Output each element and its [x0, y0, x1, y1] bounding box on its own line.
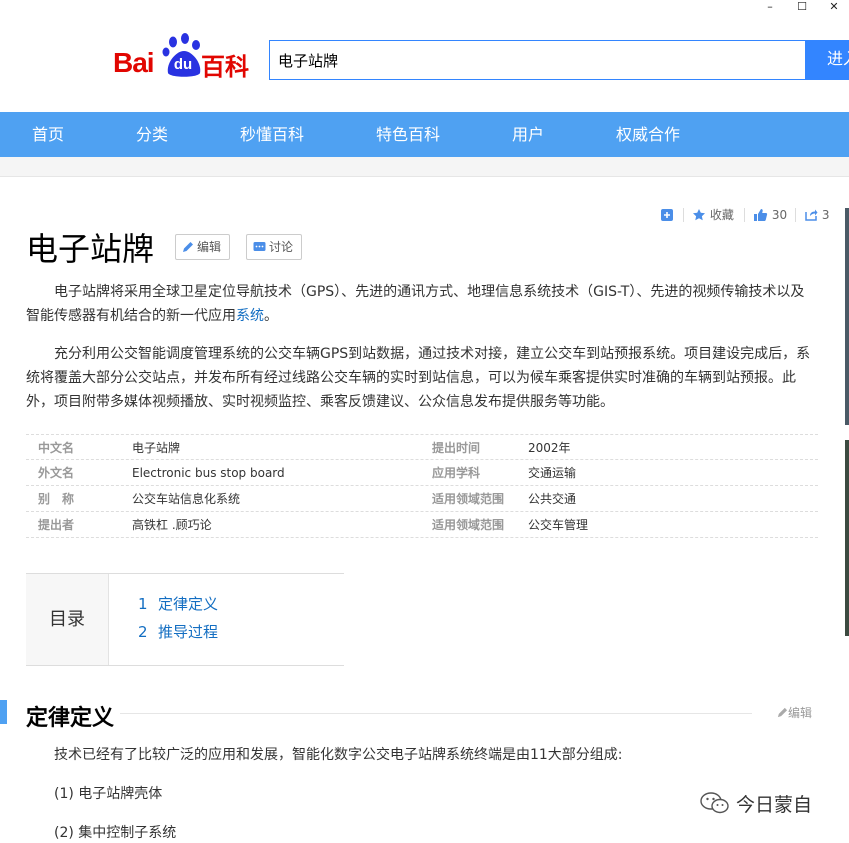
link-system[interactable]: 系统 [236, 308, 264, 324]
pencil-icon [777, 707, 788, 718]
search-input[interactable] [270, 41, 805, 79]
maximize-button[interactable]: ☐ [787, 0, 817, 16]
table-of-contents: 目录 1 定律定义 2 推导过程 [26, 573, 344, 666]
info-value: 公共交通 [528, 492, 577, 506]
info-value: 2002年 [528, 441, 571, 455]
info-key: 中文名 [38, 441, 75, 455]
toc-number: 2 [138, 623, 148, 641]
divider [683, 208, 684, 222]
info-key: 适用领域范围 [432, 518, 505, 532]
toc-item-derivation[interactable]: 2 推导过程 [138, 621, 218, 642]
plus-square-icon [661, 209, 673, 221]
summary-paragraph-2: 充分利用公交智能调度管理系统的公交车辆GPS到站数据，通过技术对接，建立公交车到… [26, 346, 811, 410]
nav-item-categories[interactable]: 分类 [136, 112, 168, 157]
side-image [845, 440, 849, 636]
share-count: 3 [821, 208, 830, 222]
divider [744, 208, 745, 222]
enter-button[interactable]: 进入 [805, 40, 849, 80]
basic-info-table: 中文名 电子站牌 提出时间 2002年 外文名 Electronic bus s… [26, 434, 818, 538]
section-marker [0, 700, 7, 724]
toc-label: 目录 [26, 574, 109, 665]
info-key: 别 称 [38, 492, 75, 506]
minimize-button[interactable]: – [755, 0, 785, 16]
nav-item-featured[interactable]: 特色百科 [376, 112, 440, 157]
section-title: 定律定义 [26, 706, 115, 731]
logo-baike-text: 百科 [201, 53, 249, 81]
toc-number: 1 [138, 595, 148, 613]
edit-entry-button[interactable]: 编辑 [175, 234, 231, 260]
divider [795, 208, 796, 222]
watermark: 今日蒙自 [700, 790, 812, 817]
info-value: Electronic bus stop board [132, 466, 285, 480]
watermark-text: 今日蒙自 [736, 794, 813, 816]
page-title: 电子站牌 [26, 230, 155, 268]
thumbs-up-icon [754, 209, 768, 221]
info-value: 交通运输 [528, 466, 577, 480]
info-value: 电子站牌 [132, 441, 181, 455]
paragraph-text: 。 [264, 308, 278, 324]
search-box [269, 40, 805, 80]
info-key: 应用学科 [432, 466, 481, 480]
info-key: 提出时间 [432, 441, 481, 455]
close-button[interactable]: ✕ [819, 0, 849, 16]
side-image [845, 208, 849, 425]
main-nav: 首页 分类 秒懂百科 特色百科 用户 权威合作 [0, 112, 849, 157]
share-icon [805, 209, 818, 221]
toc-text: 推导过程 [158, 623, 219, 641]
section-divider [120, 713, 752, 714]
add-button[interactable] [660, 205, 674, 225]
info-row: 别 称 公交车站信息化系统 适用领域范围 公共交通 [26, 486, 818, 512]
nav-item-users[interactable]: 用户 [512, 112, 544, 157]
like-button[interactable]: 30 [753, 205, 787, 225]
pencil-icon [183, 242, 193, 252]
logo-bai-text: Bai [113, 47, 155, 78]
discuss-button[interactable]: 讨论 [246, 234, 303, 260]
nav-item-authority[interactable]: 权威合作 [616, 112, 680, 157]
info-row: 中文名 电子站牌 提出时间 2002年 [26, 434, 818, 460]
info-key: 外文名 [38, 466, 75, 480]
info-value: 公交车管理 [528, 518, 589, 532]
share-button[interactable]: 3 [804, 205, 829, 225]
wechat-icon [700, 792, 729, 814]
summary-paragraph-1: 电子站牌将采用全球卫星定位导航技术（GPS）、先进的通讯方式、地理信息系统技术（… [26, 280, 818, 328]
info-row: 外文名 Electronic bus stop board 应用学科 交通运输 [26, 460, 818, 486]
paragraph-text: 电子站牌将采用全球卫星定位导航技术（GPS）、先进的通讯方式、地理信息系统技术（… [26, 284, 805, 324]
baidu-baike-logo[interactable]: Bai du 百科 [113, 33, 253, 81]
list-item: (2) 集中控制子系统 [54, 825, 177, 841]
toc-text: 定律定义 [158, 595, 219, 613]
info-row: 提出者 高铁杠 .顾巧论 适用领域范围 公交车管理 [26, 512, 818, 538]
logo-du-text: du [173, 56, 193, 73]
like-count: 30 [771, 208, 788, 222]
info-key: 适用领域范围 [432, 492, 505, 506]
page: – ☐ ✕ Bai du 百科 进入 首页 分类 秒懂百科 特色百科 用户 权威… [0, 0, 849, 843]
sub-nav-bar [0, 157, 849, 177]
info-value: 公交车站信息化系统 [132, 492, 241, 506]
info-key: 提出者 [38, 518, 75, 532]
discuss-label: 讨论 [269, 240, 294, 254]
info-value: 高铁杠 .顾巧论 [132, 518, 212, 532]
favorite-button[interactable]: 收藏 [692, 205, 734, 225]
star-icon [693, 209, 705, 221]
window-titlebar: – ☐ ✕ [0, 0, 849, 18]
list-item: (1) 电子站牌壳体 [54, 786, 163, 802]
chat-bubble-icon [253, 242, 266, 251]
toc-item-definition[interactable]: 1 定律定义 [138, 593, 218, 614]
section-intro: 技术已经有了比较广泛的应用和发展，智能化数字公交电子站牌系统终端是由11大部分组… [54, 747, 623, 763]
edit-label: 编辑 [197, 240, 222, 254]
section-edit-button[interactable]: 编辑 [777, 704, 812, 721]
section-edit-label: 编辑 [788, 706, 813, 720]
nav-item-second-baike[interactable]: 秒懂百科 [240, 112, 304, 157]
favorite-label: 收藏 [709, 208, 734, 222]
nav-item-home[interactable]: 首页 [32, 112, 64, 157]
